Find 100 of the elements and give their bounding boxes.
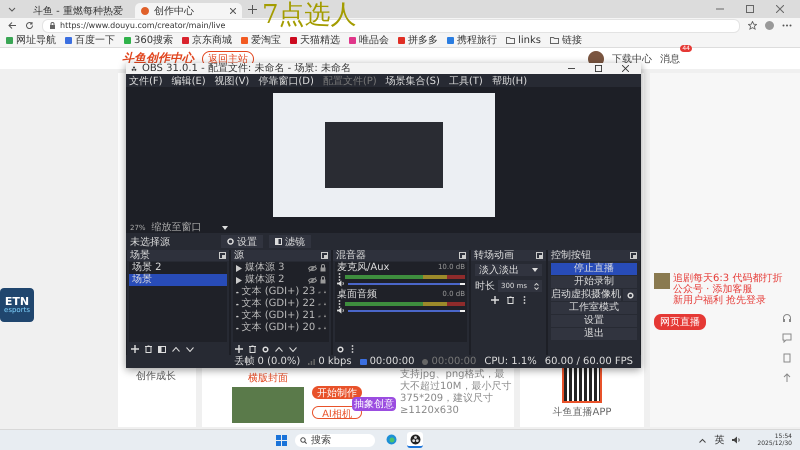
menu-item[interactable]: 帮助(H) bbox=[492, 74, 528, 88]
panel-icon[interactable] bbox=[158, 346, 166, 352]
lock-icon[interactable] bbox=[320, 264, 326, 272]
source-settings-button[interactable]: 设置 bbox=[221, 235, 263, 248]
close-icon[interactable] bbox=[230, 8, 236, 14]
back-icon[interactable] bbox=[8, 21, 17, 30]
close-icon[interactable] bbox=[622, 65, 629, 72]
status-text: CPU: 1.1% bbox=[484, 356, 537, 368]
menu-item[interactable]: 视图(V) bbox=[214, 74, 250, 88]
chat-icon[interactable] bbox=[782, 333, 792, 343]
bookmark-link[interactable]: 拼多多 bbox=[398, 33, 438, 47]
control-button[interactable]: 工作室模式 bbox=[551, 302, 637, 314]
scene-item[interactable]: 场景 2 bbox=[129, 262, 227, 274]
undock-icon[interactable] bbox=[536, 252, 543, 259]
undock-icon[interactable] bbox=[459, 252, 466, 259]
gear-icon[interactable] bbox=[337, 346, 344, 352]
channel-name: 桌面音频 bbox=[337, 289, 377, 300]
source-item[interactable]: 媒体源 3 bbox=[245, 262, 305, 274]
chevron-down-icon[interactable] bbox=[186, 346, 194, 352]
chevron-down-icon[interactable] bbox=[289, 346, 297, 352]
status-text: 0 kbps bbox=[318, 356, 352, 368]
status-text: 丢帧 0 (0.0%) bbox=[234, 356, 300, 368]
bookmark-link[interactable]: 天猫精选 bbox=[290, 33, 340, 47]
photo-placeholder bbox=[232, 387, 304, 423]
kebab-menu-icon[interactable] bbox=[350, 345, 355, 353]
minimize-icon[interactable] bbox=[568, 65, 575, 72]
eye-crossed-icon[interactable] bbox=[308, 276, 317, 284]
folder-icon bbox=[550, 36, 559, 44]
trash-icon[interactable] bbox=[506, 296, 514, 304]
messages-link[interactable]: 消息 bbox=[660, 52, 680, 66]
sidebar-item[interactable]: 创作成长 bbox=[136, 369, 176, 383]
undock-icon[interactable] bbox=[630, 252, 637, 259]
search-field[interactable]: 搜索 bbox=[295, 434, 376, 446]
start-making-button[interactable]: 开始制作 bbox=[312, 386, 362, 399]
browser-tab[interactable]: 斗鱼 - 重燃每种热爱 bbox=[22, 3, 129, 18]
speaker-icon[interactable] bbox=[337, 280, 345, 287]
kebab-menu-icon[interactable] bbox=[522, 296, 526, 304]
refresh-icon[interactable] bbox=[25, 21, 34, 30]
undock-icon[interactable] bbox=[219, 252, 226, 259]
bookmark-link[interactable]: 百度一下 bbox=[65, 33, 115, 47]
source-item[interactable]: 文本 (GDI+) 21 bbox=[242, 310, 316, 322]
source-item[interactable]: 文本 (GDI+) 20 bbox=[242, 322, 316, 334]
control-button[interactable]: 设置 bbox=[551, 315, 637, 327]
no-source-label: 未选择源 bbox=[130, 236, 171, 248]
profile-avatar[interactable] bbox=[765, 21, 774, 30]
undock-icon[interactable] bbox=[321, 252, 328, 259]
source-item[interactable]: 文本 (GDI+) 23 bbox=[242, 286, 316, 298]
arrow-up-icon[interactable] bbox=[782, 373, 792, 383]
settings-button[interactable] bbox=[623, 289, 637, 301]
menu-item[interactable]: 停靠窗口(D) bbox=[258, 74, 314, 88]
bookmark-link[interactable]: 唯品会 bbox=[349, 33, 390, 47]
caret-icon[interactable] bbox=[8, 5, 16, 13]
headset-icon[interactable] bbox=[782, 313, 792, 323]
spinner-arrows-icon[interactable] bbox=[534, 282, 539, 290]
menu-item[interactable]: 编辑(E) bbox=[172, 74, 206, 88]
scene-item[interactable]: 场景 bbox=[129, 274, 227, 286]
promo-text: 公众号 · 添加客服 bbox=[673, 284, 754, 295]
menu-item[interactable]: 文件(F) bbox=[129, 74, 163, 88]
download-link[interactable]: 下载中心 bbox=[612, 52, 652, 66]
caret-icon bbox=[222, 226, 228, 230]
gear-icon[interactable] bbox=[262, 346, 269, 352]
transition-dropdown[interactable]: 淡入淡出 bbox=[475, 264, 542, 276]
trash-icon[interactable] bbox=[249, 345, 256, 353]
web-live-button[interactable]: 网页直播 bbox=[654, 314, 706, 330]
document-icon[interactable] bbox=[782, 353, 792, 363]
control-button[interactable]: 开始录制 bbox=[551, 276, 637, 288]
source-item[interactable]: 文本 (GDI+) 22 bbox=[242, 298, 316, 310]
lock-icon[interactable] bbox=[320, 276, 326, 284]
source-item[interactable]: 媒体源 2 bbox=[245, 274, 305, 286]
chevron-up-icon[interactable] bbox=[699, 438, 706, 442]
bookmark-link[interactable]: 360搜索 bbox=[124, 33, 174, 47]
bookmark-link[interactable]: 京东商城 bbox=[182, 33, 232, 47]
trash-icon[interactable] bbox=[145, 345, 152, 353]
bookmark-link[interactable]: 网址导航 bbox=[6, 33, 56, 47]
windows-start-icon[interactable] bbox=[276, 434, 288, 446]
plus-icon[interactable] bbox=[248, 4, 257, 14]
control-button[interactable]: 退出 bbox=[551, 328, 637, 340]
control-button[interactable]: 停止直播 bbox=[551, 263, 637, 275]
filters-button[interactable]: 滤镜 bbox=[269, 235, 311, 248]
lock-icon[interactable] bbox=[49, 22, 56, 29]
bookmark-link[interactable]: 链接 bbox=[550, 33, 582, 47]
maximize-icon[interactable] bbox=[595, 65, 602, 72]
menu-item[interactable]: 工具(T) bbox=[448, 74, 483, 88]
bookmark-link[interactable]: links bbox=[506, 34, 541, 46]
zoom-dropdown[interactable]: 缩放至窗口 bbox=[152, 223, 228, 233]
kebab-menu-icon[interactable] bbox=[337, 300, 342, 308]
input-method-indicator[interactable]: 英 bbox=[714, 433, 724, 447]
recorder-app-icon[interactable] bbox=[407, 432, 424, 448]
browser-tab[interactable]: 创作中心 bbox=[135, 3, 242, 18]
duration-label: 时长 bbox=[475, 280, 495, 293]
more-icon[interactable] bbox=[782, 24, 792, 27]
bookmark-link[interactable]: 携程旅行 bbox=[447, 33, 498, 47]
menu-item[interactable]: 场景集合(S) bbox=[386, 74, 440, 88]
kebab-menu-icon[interactable] bbox=[337, 272, 342, 280]
speaker-icon[interactable] bbox=[337, 307, 345, 314]
star-icon[interactable] bbox=[748, 21, 757, 30]
speaker-icon[interactable] bbox=[732, 436, 742, 444]
eye-crossed-icon[interactable] bbox=[308, 264, 317, 272]
bookmark-link[interactable]: 爱淘宝 bbox=[241, 33, 282, 47]
control-button[interactable]: 启动虚拟摄像机 bbox=[551, 289, 621, 301]
